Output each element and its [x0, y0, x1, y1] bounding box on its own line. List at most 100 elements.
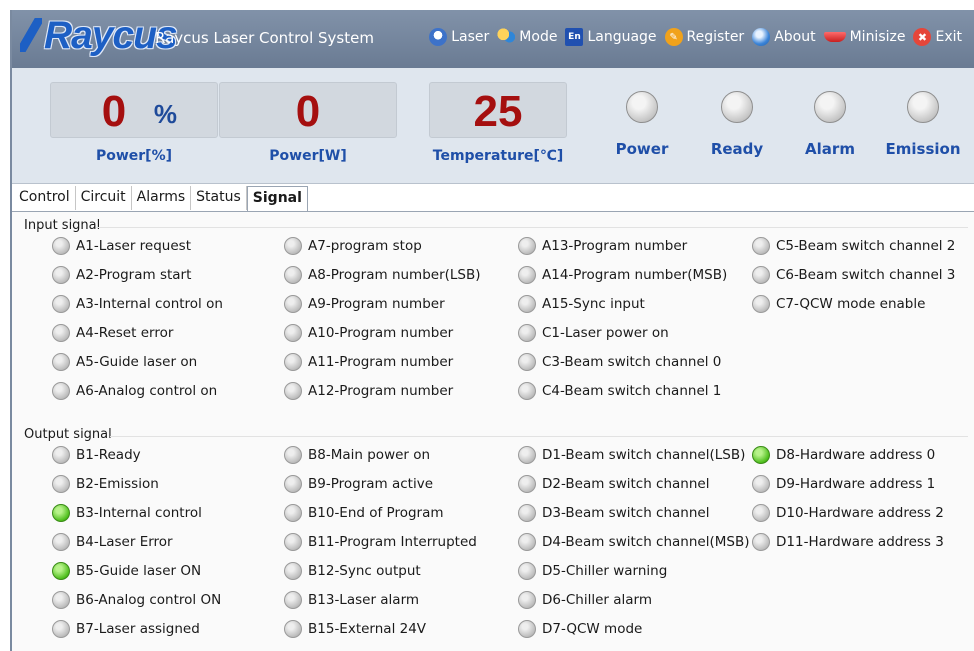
signal-led-icon: [752, 266, 770, 284]
signal-led-icon: [52, 562, 70, 580]
menu-laser[interactable]: Laser: [429, 28, 489, 46]
register-icon: ✎: [664, 28, 683, 46]
signal-led-icon: [52, 382, 70, 400]
input-signal-item: C6-Beam switch channel 3: [752, 266, 955, 284]
signal-label: D8-Hardware address 0: [776, 447, 936, 463]
output-signal-item: B9-Program active: [284, 475, 433, 493]
input-signal-item: C1-Laser power on: [518, 324, 669, 342]
output-signal-title: Output signal: [24, 427, 112, 442]
input-signal-item: A12-Program number: [284, 382, 453, 400]
signal-label: A15-Sync input: [542, 296, 645, 312]
signal-led-icon: [518, 620, 536, 638]
power-indicator-led: [626, 91, 658, 123]
output-signal-item: B3-Internal control: [52, 504, 202, 522]
signal-led-icon: [52, 266, 70, 284]
power-percent-display: 0 %: [50, 82, 218, 138]
output-signal-item: B11-Program Interrupted: [284, 533, 477, 551]
status-panel: 0 % Power[%] 0 Power[W] 25 Temperature[℃…: [12, 68, 974, 184]
output-signal-item: B6-Analog control ON: [52, 591, 221, 609]
output-signal-item: B12-Sync output: [284, 562, 421, 580]
signal-label: D11-Hardware address 3: [776, 534, 944, 550]
signal-led-icon: [518, 562, 536, 580]
signal-led-icon: [52, 620, 70, 638]
power-watt-label: Power[W]: [269, 148, 347, 164]
output-signal-item: B10-End of Program: [284, 504, 444, 522]
tab-bar: Control Circuit Alarms Status Signal: [14, 186, 308, 213]
input-signal-item: A15-Sync input: [518, 295, 645, 313]
signal-led-icon: [518, 533, 536, 551]
tab-circuit[interactable]: Circuit: [76, 186, 132, 210]
input-signal-item: A7-program stop: [284, 237, 422, 255]
signal-label: A2-Program start: [76, 267, 192, 283]
input-signal-item: A6-Analog control on: [52, 382, 217, 400]
laser-icon: [429, 28, 448, 46]
signal-led-icon: [52, 295, 70, 313]
input-signal-item: C7-QCW mode enable: [752, 295, 925, 313]
signal-led-icon: [284, 237, 302, 255]
signal-label: B10-End of Program: [308, 505, 444, 521]
top-menu: Laser Mode En Language ✎ Register About Mi…: [429, 28, 962, 46]
signal-label: B11-Program Interrupted: [308, 534, 477, 550]
signal-led-icon: [52, 504, 70, 522]
tab-signal[interactable]: Signal: [246, 186, 308, 213]
signal-label: A3-Internal control on: [76, 296, 223, 312]
signal-label: C1-Laser power on: [542, 325, 669, 341]
power-watt-display: 0: [219, 82, 397, 138]
signal-label: D1-Beam switch channel(LSB): [542, 447, 746, 463]
signal-label: B9-Program active: [308, 476, 434, 492]
tab-alarms[interactable]: Alarms: [132, 186, 192, 210]
signal-led-icon: [518, 382, 536, 400]
signal-label: A6-Analog control on: [76, 383, 218, 399]
menu-about[interactable]: About: [752, 28, 816, 46]
signal-led-icon: [752, 446, 770, 464]
menu-mode[interactable]: Mode: [497, 28, 557, 46]
output-signal-item: D8-Hardware address 0: [752, 446, 935, 464]
input-signal-item: A14-Program number(MSB): [518, 266, 727, 284]
app-window: Raycus Raycus Laser Control System Laser…: [10, 10, 974, 651]
signal-label: B4-Laser Error: [76, 534, 173, 550]
signal-led-icon: [284, 446, 302, 464]
menu-minimize[interactable]: Minisize: [823, 29, 905, 45]
temperature-display: 25: [429, 82, 567, 138]
signal-label: C4-Beam switch channel 1: [542, 383, 722, 399]
mode-icon: [497, 28, 516, 46]
signal-label: D2-Beam switch channel: [542, 476, 710, 492]
signal-led-icon: [284, 533, 302, 551]
output-signal-item: B13-Laser alarm: [284, 591, 419, 609]
signal-label: D10-Hardware address 2: [776, 505, 944, 521]
menu-language[interactable]: En Language: [565, 28, 657, 46]
signal-led-icon: [752, 533, 770, 551]
output-signal-item: D6-Chiller alarm: [518, 591, 652, 609]
ready-indicator-led: [721, 91, 753, 123]
input-signal-divider: [96, 227, 968, 228]
signal-label: B2-Emission: [76, 476, 159, 492]
signal-label: A9-Program number: [308, 296, 445, 312]
output-signal-item: D9-Hardware address 1: [752, 475, 935, 493]
signal-label: D3-Beam switch channel: [542, 505, 710, 521]
input-signal-item: A13-Program number: [518, 237, 687, 255]
percent-unit: %: [153, 99, 177, 129]
signal-led-icon: [518, 353, 536, 371]
signal-label: D9-Hardware address 1: [776, 476, 936, 492]
signal-label: D5-Chiller warning: [542, 563, 668, 579]
signal-label: B6-Analog control ON: [76, 592, 222, 608]
menu-exit[interactable]: ✖ Exit: [913, 28, 962, 46]
input-signal-item: A2-Program start: [52, 266, 191, 284]
input-signal-item: A8-Program number(LSB): [284, 266, 481, 284]
tab-control[interactable]: Control: [14, 186, 76, 210]
power-percent-label: Power[%]: [95, 148, 173, 164]
signal-label: B5-Guide laser ON: [76, 563, 202, 579]
signal-led-icon: [518, 446, 536, 464]
signal-label: C5-Beam switch channel 2: [776, 238, 956, 254]
tab-status[interactable]: Status: [191, 186, 247, 210]
input-signal-item: A5-Guide laser on: [52, 353, 197, 371]
signal-label: A12-Program number: [308, 383, 454, 399]
signal-led-icon: [52, 533, 70, 551]
signal-led-icon: [284, 266, 302, 284]
signal-label: B13-Laser alarm: [308, 592, 420, 608]
signal-label: A10-Program number: [308, 325, 454, 341]
alarm-indicator-led: [814, 91, 846, 123]
input-signal-item: C4-Beam switch channel 1: [518, 382, 721, 400]
signal-label: B12-Sync output: [308, 563, 421, 579]
menu-register[interactable]: ✎ Register: [664, 28, 744, 46]
